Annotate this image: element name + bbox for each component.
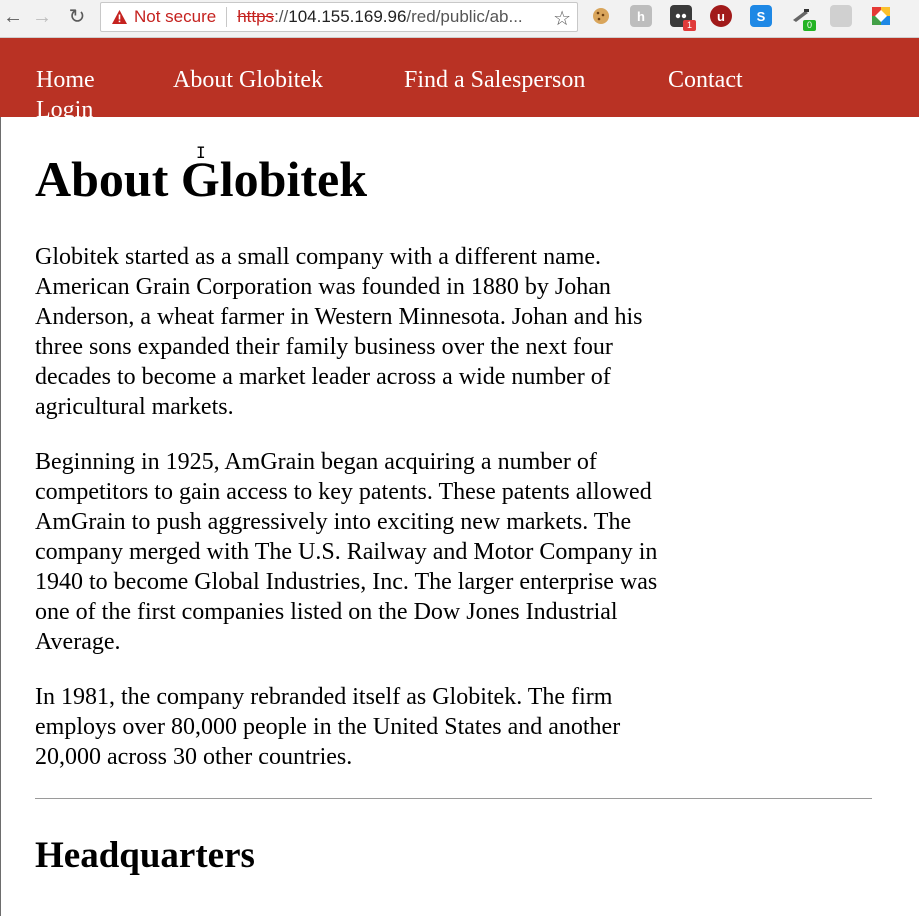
ghost-ext-badge: 1 [683,20,696,31]
text-cursor-icon: I [196,143,206,162]
s-ext-icon[interactable]: S [750,5,772,27]
section-heading-headquarters: Headquarters [35,835,255,876]
nav-link-contact[interactable]: Contact [668,65,743,95]
bookmark-star-icon[interactable]: ☆ [553,6,571,31]
reload-icon[interactable]: ↻ [64,5,90,29]
ublock-ext-icon[interactable]: u [710,5,732,27]
forward-arrow-icon[interactable]: → [29,5,55,29]
url-separator: :// [274,7,289,26]
nav-link-about-globitek[interactable]: About Globitek [173,65,323,95]
site-navigation: Home About Globitek Find a Salesperson C… [0,38,919,123]
gray-ext-icon[interactable] [830,5,852,27]
warning-triangle-icon[interactable] [110,8,128,26]
chrome-ext-icon[interactable] [870,5,892,27]
security-status-text[interactable]: Not secure [134,7,216,27]
cookie-ext-icon[interactable] [590,5,612,27]
browser-toolbar: ← → ↻ Not secure https :// 104.155.169.9… [0,0,919,38]
nav-link-home[interactable]: Home [36,65,95,95]
nav-link-login[interactable]: Login [36,95,93,125]
h-ext-icon[interactable]: h [630,5,652,27]
url-path: /red/public/ab... [406,7,523,26]
paragraph-history: Globitek started as a small company with… [35,244,643,420]
nav-link-find-salesperson[interactable]: Find a Salesperson [404,65,585,95]
tool-ext-badge: 0 [803,20,816,31]
tool-ext-icon[interactable]: 0 [790,5,816,31]
back-arrow-icon[interactable]: ← [0,5,26,29]
address-bar[interactable]: Not secure https :// 104.155.169.96 /red… [100,2,578,32]
url-scheme: https [237,7,275,26]
paragraph-acquisitions: Beginning in 1925, AmGrain began acquiri… [35,449,658,655]
horizontal-rule [35,798,872,799]
url-host: 104.155.169.96 [288,7,407,26]
omnibox-divider [226,7,228,27]
paragraph-rebrand: In 1981, the company rebranded itself as… [35,684,621,770]
window-edge [0,117,1,916]
ghost-ext-icon[interactable]: 1 [670,5,696,31]
